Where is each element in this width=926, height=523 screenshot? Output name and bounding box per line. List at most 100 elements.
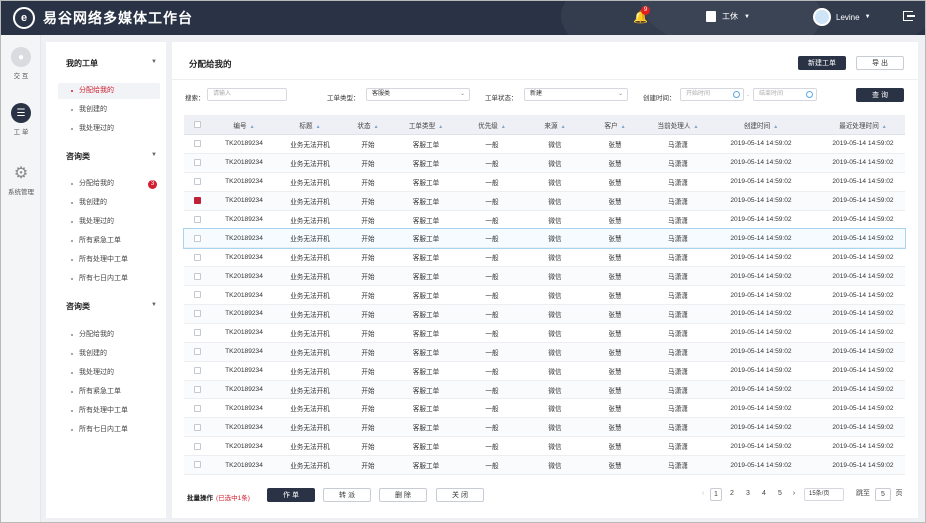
page-size-select[interactable]: 15条/页	[804, 488, 844, 501]
table-row[interactable]: TK20189234 业务无法开机 开始 客服工单 一般 微信 张慧 马潇潇 2019-05-1…	[184, 173, 905, 192]
process-button[interactable]: 作 单	[267, 488, 315, 502]
table-cell: 客服工单	[412, 444, 440, 452]
row-checkbox[interactable]	[184, 348, 211, 356]
status-dropdown[interactable]: 工休 ▼	[706, 11, 750, 22]
column-header[interactable]: 创建时间 ▲	[711, 120, 811, 130]
search-input[interactable]: 请输入	[207, 88, 287, 101]
table-row[interactable]: TK20189234 业务无法开机 开始 客服工单 一般 微信 张慧 马潇潇 2019-05-1…	[184, 153, 905, 173]
chevron-down-icon[interactable]: ▼	[151, 59, 157, 65]
end-time-input[interactable]: 结束时间	[753, 88, 817, 101]
row-checkbox[interactable]	[184, 423, 211, 431]
row-checkbox[interactable]	[184, 291, 211, 299]
table-cell: 张慧	[608, 236, 622, 244]
table-row[interactable]: TK20189234 业务无法开机 开始 客服工单 一般 微信 张慧 马潇潇 2019-05-1…	[184, 380, 905, 400]
nav-item-processing[interactable]: 所有处理中工单	[58, 252, 160, 268]
table-row[interactable]: TK20189234 业务无法开机 开始 客服工单 一般 微信 张慧 马潇潇 2019-05-1…	[184, 267, 905, 287]
nav-item-created[interactable]: 我创建的	[58, 195, 160, 211]
table-cell: 马潇潇	[668, 387, 688, 395]
next-page-icon[interactable]: ›	[789, 488, 799, 501]
row-checkbox[interactable]	[184, 196, 211, 204]
rail-item-interact[interactable]: ● 交 互	[1, 47, 41, 80]
transfer-button[interactable]: 转 派	[323, 488, 371, 502]
page-4[interactable]: 4	[758, 488, 770, 501]
row-checkbox[interactable]	[184, 404, 211, 412]
column-header[interactable]: 优先级 ▲	[459, 120, 525, 130]
nav-item-assigned[interactable]: 分配给我的	[58, 83, 160, 99]
chevron-down-icon[interactable]: ▼	[151, 152, 157, 158]
close-button[interactable]: 关 闭	[436, 488, 484, 502]
row-checkbox[interactable]	[184, 461, 211, 469]
delete-button[interactable]: 删 除	[379, 488, 427, 502]
table-row[interactable]: TK20189234 业务无法开机 开始 客服工单 一般 微信 张慧 马潇潇 2019-05-1…	[183, 228, 906, 250]
nav-item-created[interactable]: 我创建的	[58, 102, 160, 118]
export-button[interactable]: 导 出	[856, 56, 904, 70]
page-5[interactable]: 5	[774, 488, 786, 501]
row-checkbox[interactable]	[184, 253, 211, 261]
notification-bell-icon[interactable]: 🔔 9	[633, 6, 650, 24]
column-header[interactable]: 客户 ▲	[585, 120, 645, 130]
table-row[interactable]: TK20189234 业务无法开机 开始 客服工单 一般 微信 张慧 马潇潇 2019-05-1…	[184, 305, 905, 324]
table-row[interactable]: TK20189234 业务无法开机 开始 客服工单 一般 微信 张慧 马潇潇 2019-05-1…	[184, 324, 905, 343]
row-checkbox[interactable]	[184, 159, 211, 167]
table-cell: 微信	[548, 330, 562, 338]
page-3[interactable]: 3	[742, 488, 754, 501]
row-checkbox[interactable]	[184, 215, 211, 223]
table-row[interactable]: TK20189234 业务无法开机 开始 客服工单 一般 微信 张慧 马潇潇 2019-05-1…	[184, 211, 905, 230]
nav-item-assigned[interactable]: 分配给我的	[58, 327, 160, 343]
start-time-input[interactable]: 开始时间	[680, 88, 744, 101]
column-header[interactable]: 当前处理人 ▲	[645, 120, 711, 130]
row-checkbox[interactable]	[184, 367, 211, 374]
nav-item-processing[interactable]: 所有处理中工单	[58, 403, 160, 419]
nav-item-handled[interactable]: 我处理过的	[58, 121, 160, 137]
rail-item-workorder[interactable]: ☰ 工 单	[1, 103, 41, 136]
column-header[interactable]: 标题 ▲	[277, 120, 343, 130]
nav-item-assigned[interactable]: 分配给我的 3	[58, 176, 160, 192]
prev-page-icon[interactable]: ‹	[698, 488, 708, 501]
goto-input[interactable]: 5	[875, 488, 891, 501]
logout-icon[interactable]	[903, 11, 915, 21]
page-2[interactable]: 2	[726, 488, 738, 501]
nav-item-urgent[interactable]: 所有紧急工单	[58, 233, 160, 249]
status-select[interactable]: 新建 ⌄	[524, 88, 628, 101]
row-checkbox[interactable]	[184, 329, 211, 337]
table-row[interactable]: TK20189234 业务无法开机 开始 客服工单 一般 微信 张慧 马潇潇 2019-05-1…	[184, 418, 905, 438]
column-header[interactable]: 状态 ▲	[343, 120, 393, 130]
row-checkbox[interactable]	[184, 140, 211, 148]
table-row[interactable]: TK20189234 业务无法开机 开始 客服工单 一般 微信 张慧 马潇潇 2019-05-1…	[184, 191, 905, 211]
row-checkbox[interactable]	[184, 178, 211, 186]
column-header[interactable]: 来源 ▲	[525, 120, 585, 130]
column-header[interactable]: 最近处理时间 ▲	[811, 120, 915, 130]
nav-item-seven-days[interactable]: 所有七日内工单	[58, 271, 160, 287]
row-checkbox[interactable]	[184, 272, 211, 280]
column-header[interactable]: 编号 ▲	[211, 120, 277, 130]
row-checkbox[interactable]	[184, 442, 211, 450]
column-header[interactable]: 工单类型 ▲	[393, 120, 459, 130]
table-cell: 业务无法开机	[290, 406, 330, 414]
table-row[interactable]: TK20189234 业务无法开机 开始 客服工单 一般 微信 张慧 马潇潇 2019-05-1…	[184, 399, 905, 419]
nav-item-seven-days[interactable]: 所有七日内工单	[58, 422, 160, 438]
table-row[interactable]: TK20189234 业务无法开机 开始 客服工单 一般 微信 张慧 马潇潇 2019-05-1…	[184, 437, 905, 457]
table-row[interactable]: TK20189234 业务无法开机 开始 客服工单 一般 微信 张慧 马潇潇 2019-05-1…	[184, 456, 905, 476]
rail-item-settings[interactable]: ⚙ 系统管理	[1, 163, 41, 196]
nav-item-urgent[interactable]: 所有紧急工单	[58, 384, 160, 400]
type-select[interactable]: 客服类 ⌄	[366, 88, 470, 101]
table-row[interactable]: TK20189234 业务无法开机 开始 客服工单 一般 微信 张慧 马潇潇 2019-05-1…	[184, 342, 905, 362]
row-checkbox[interactable]	[184, 385, 211, 393]
new-workorder-button[interactable]: 新建工单	[798, 56, 846, 70]
table-cell: 2019-05-14 14:59:02	[832, 253, 894, 261]
nav-item-handled[interactable]: 我处理过的	[58, 214, 160, 230]
goto-label: 跳至	[856, 490, 870, 497]
table-row[interactable]: TK20189234 业务无法开机 开始 客服工单 一般 微信 张慧 马潇潇 2019-05-1…	[184, 135, 905, 154]
nav-item-handled[interactable]: 我处理过的	[58, 365, 160, 381]
nav-item-created[interactable]: 我创建的	[58, 346, 160, 362]
query-button[interactable]: 查 询	[856, 88, 904, 102]
table-row[interactable]: TK20189234 业务无法开机 开始 客服工单 一般 微信 张慧 马潇潇 2019-05-1…	[184, 362, 905, 381]
table-row[interactable]: TK20189234 业务无法开机 开始 客服工单 一般 微信 张慧 马潇潇 2019-05-1…	[184, 248, 905, 268]
row-checkbox[interactable]	[184, 310, 211, 318]
row-checkbox[interactable]	[184, 234, 211, 242]
select-all-checkbox[interactable]	[184, 120, 211, 128]
user-menu[interactable]: Levine ▼	[813, 8, 871, 26]
chevron-down-icon[interactable]: ▼	[151, 302, 157, 308]
page-1[interactable]: 1	[710, 488, 722, 501]
table-row[interactable]: TK20189234 业务无法开机 开始 客服工单 一般 微信 张慧 马潇潇 2019-05-1…	[184, 286, 905, 306]
